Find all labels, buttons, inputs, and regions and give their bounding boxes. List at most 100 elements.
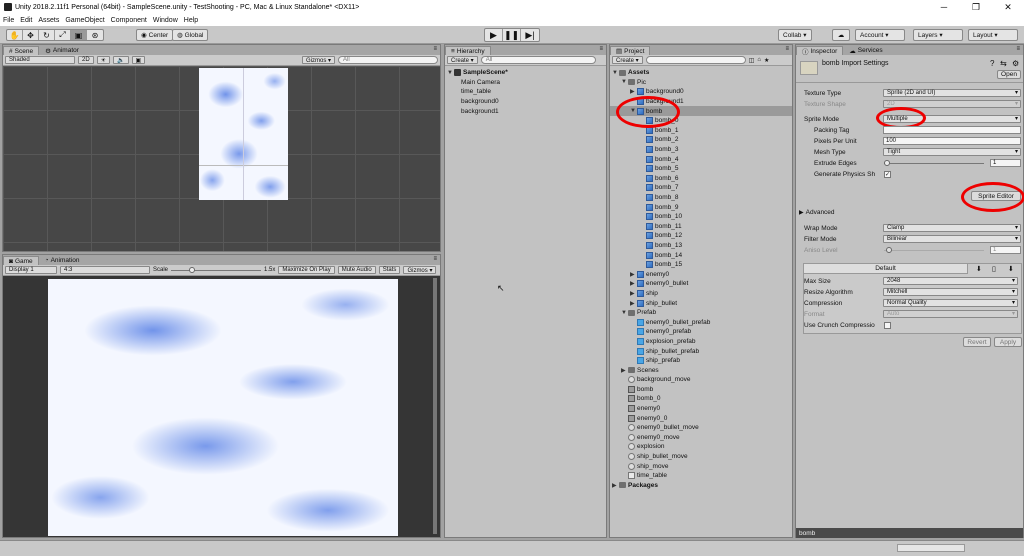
- project-item[interactable]: bomb_9: [610, 202, 792, 212]
- project-item[interactable]: time_table: [610, 471, 792, 481]
- expand-arrow-icon[interactable]: ▶: [630, 271, 637, 278]
- tab-animator[interactable]: ⚙ Animator: [39, 46, 85, 55]
- expand-arrow-icon[interactable]: ▶: [630, 280, 637, 287]
- project-item[interactable]: enemy0: [610, 404, 792, 414]
- hierarchy-item-time-table[interactable]: time_table: [447, 87, 604, 97]
- shading-dropdown[interactable]: Shaded: [5, 56, 75, 64]
- revert-button[interactable]: Revert: [963, 337, 991, 347]
- layers-button[interactable]: Layers ▾: [913, 29, 963, 41]
- menu-file[interactable]: File: [3, 17, 14, 24]
- game-scrollbar[interactable]: [433, 278, 437, 534]
- scene-viewport[interactable]: [3, 66, 440, 251]
- project-item[interactable]: ▼ Prefab: [610, 308, 792, 318]
- project-item[interactable]: explosion: [610, 442, 792, 452]
- project-item[interactable]: ▶ Packages: [610, 481, 792, 491]
- expand-arrow-icon[interactable]: ▶: [621, 367, 628, 374]
- expand-arrow-icon[interactable]: ▼: [621, 79, 628, 85]
- preset-icon[interactable]: ⇆: [1000, 59, 1007, 68]
- webgl-icon[interactable]: ⬇: [1008, 265, 1014, 273]
- physics-shape-checkbox[interactable]: ✓: [884, 171, 891, 178]
- star-icon[interactable]: ★: [764, 57, 769, 64]
- project-item[interactable]: bomb_12: [610, 231, 792, 241]
- filter-type-icon[interactable]: ◫: [749, 57, 755, 64]
- extrude-edges-input[interactable]: 1: [990, 159, 1021, 167]
- filter-label-icon[interactable]: ⌂: [757, 57, 761, 63]
- mesh-type-dropdown[interactable]: Tight: [883, 148, 1021, 156]
- project-item[interactable]: enemy0_prefab: [610, 327, 792, 337]
- rect-tool-icon[interactable]: ▣: [71, 30, 87, 40]
- project-item[interactable]: ▶ enemy0: [610, 269, 792, 279]
- game-panel-menu-icon[interactable]: ≡: [433, 256, 437, 262]
- tab-services[interactable]: ☁ Services: [843, 46, 889, 55]
- project-item[interactable]: bomb_14: [610, 250, 792, 260]
- scene-search-input[interactable]: All: [338, 56, 438, 64]
- project-item[interactable]: ▶ enemy0_bullet: [610, 279, 792, 289]
- settings-gear-icon[interactable]: ⚙: [1012, 59, 1019, 68]
- project-item[interactable]: bomb_5: [610, 164, 792, 174]
- pivot-center-button[interactable]: ◉ Center: [136, 29, 174, 41]
- rotate-tool-icon[interactable]: ↻: [39, 30, 55, 40]
- game-gizmos-dropdown[interactable]: Gizmos ▾: [403, 266, 437, 274]
- expand-arrow-icon[interactable]: ▼: [621, 310, 628, 316]
- game-viewport[interactable]: [3, 276, 440, 537]
- project-item[interactable]: ▼ Assets: [610, 68, 792, 78]
- project-item[interactable]: ship_prefab: [610, 356, 792, 366]
- project-item[interactable]: ▶ ship_bullet: [610, 298, 792, 308]
- hierarchy-item-background1[interactable]: background1: [447, 106, 604, 116]
- expand-arrow-icon[interactable]: ▶: [630, 300, 637, 307]
- help-icon[interactable]: ?: [990, 59, 994, 68]
- wrap-mode-dropdown[interactable]: Clamp: [883, 224, 1021, 232]
- apply-button[interactable]: Apply: [994, 337, 1022, 347]
- step-icon[interactable]: ▶|: [521, 29, 539, 41]
- expand-arrow-icon[interactable]: ▼: [447, 70, 454, 76]
- download-icon[interactable]: ⬇: [976, 265, 982, 273]
- lighting-icon[interactable]: ☀: [96, 56, 111, 64]
- display-dropdown[interactable]: Display 1: [5, 266, 57, 274]
- expand-arrow-icon[interactable]: ▼: [612, 70, 619, 76]
- ppu-input[interactable]: 100: [883, 137, 1021, 145]
- menu-gameobject[interactable]: GameObject: [65, 17, 104, 24]
- project-item[interactable]: bomb_8: [610, 193, 792, 203]
- tab-scene[interactable]: # Scene: [3, 46, 40, 55]
- advanced-foldout[interactable]: ▶ Advanced: [799, 208, 835, 217]
- move-tool-icon[interactable]: ✥: [23, 30, 39, 40]
- effects-icon[interactable]: ▣: [131, 56, 146, 64]
- menu-help[interactable]: Help: [184, 17, 198, 24]
- open-button[interactable]: Open: [997, 70, 1021, 79]
- menu-assets[interactable]: Assets: [38, 17, 59, 24]
- project-item[interactable]: bomb_15: [610, 260, 792, 270]
- standalone-icon[interactable]: ▯: [992, 265, 996, 273]
- project-item[interactable]: ship_bullet_prefab: [610, 346, 792, 356]
- project-item[interactable]: bomb_4: [610, 154, 792, 164]
- project-item[interactable]: bomb_7: [610, 183, 792, 193]
- project-item[interactable]: bomb_13: [610, 241, 792, 251]
- preview-header[interactable]: bomb: [796, 528, 1023, 538]
- project-item[interactable]: ship_move: [610, 461, 792, 471]
- menu-edit[interactable]: Edit: [20, 17, 32, 24]
- platform-default-tab[interactable]: Default: [804, 264, 968, 274]
- expand-arrow-icon[interactable]: ▶: [630, 88, 637, 95]
- maximize-icon[interactable]: ❐: [960, 0, 992, 14]
- max-size-dropdown[interactable]: 2048: [883, 277, 1018, 285]
- hierarchy-item-background0[interactable]: background0: [447, 97, 604, 107]
- stats-toggle[interactable]: Stats: [378, 266, 401, 274]
- filter-mode-dropdown[interactable]: Bilinear: [883, 235, 1021, 243]
- aspect-dropdown[interactable]: 4:3: [60, 266, 150, 274]
- 2d-toggle[interactable]: 2D: [78, 56, 94, 64]
- close-icon[interactable]: ✕: [992, 0, 1024, 14]
- project-create-button[interactable]: Create ▾: [612, 56, 643, 64]
- packing-tag-input[interactable]: [883, 126, 1021, 134]
- menu-component[interactable]: Component: [111, 17, 147, 24]
- audio-icon[interactable]: 🔈: [113, 56, 129, 64]
- menu-window[interactable]: Window: [153, 17, 178, 24]
- project-item[interactable]: bomb_6: [610, 174, 792, 184]
- project-item[interactable]: ▼ Pic: [610, 78, 792, 88]
- tab-project[interactable]: ▤ Project: [610, 46, 651, 55]
- cloud-icon[interactable]: ☁: [832, 29, 850, 41]
- play-icon[interactable]: ▶: [485, 29, 503, 41]
- project-item[interactable]: bomb_2: [610, 135, 792, 145]
- project-item[interactable]: explosion_prefab: [610, 337, 792, 347]
- hierarchy-menu-icon[interactable]: ≡: [599, 46, 603, 52]
- project-item[interactable]: enemy0_bullet_move: [610, 423, 792, 433]
- hierarchy-search-input[interactable]: All: [480, 56, 596, 64]
